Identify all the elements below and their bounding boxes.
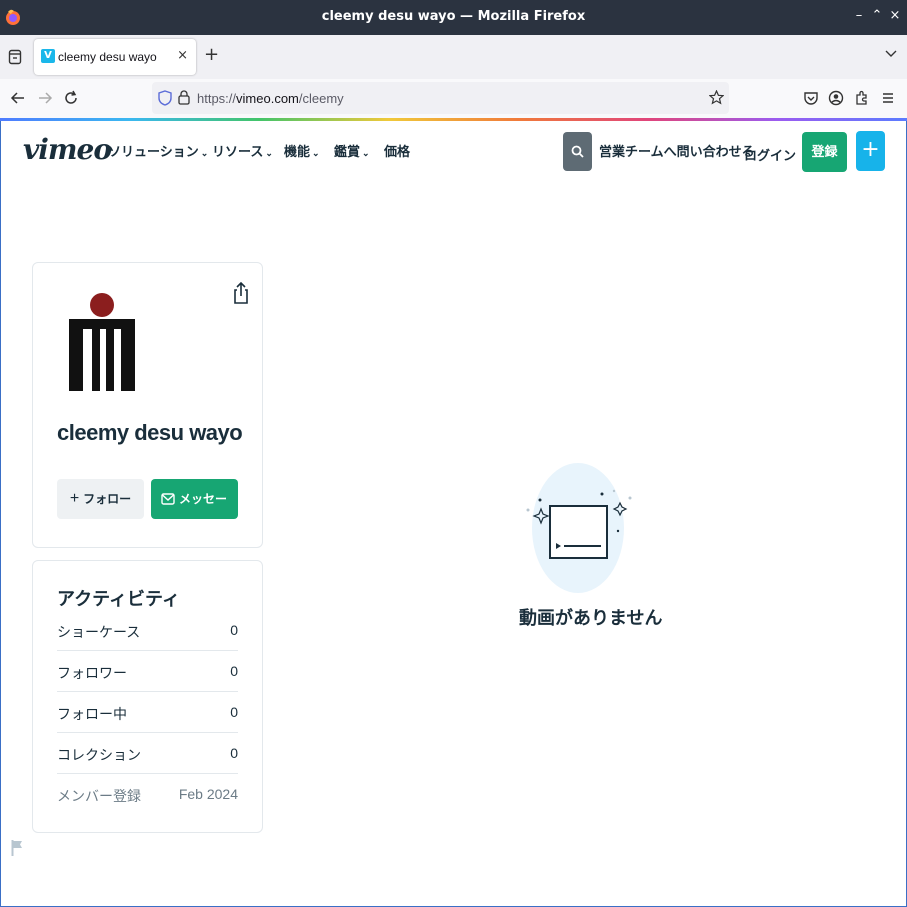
- lock-icon[interactable]: [178, 90, 190, 105]
- nav-menu-features[interactable]: 機能 ⌄: [284, 141, 320, 160]
- close-window-button[interactable]: ×: [888, 8, 902, 23]
- bookmark-star-icon[interactable]: [709, 90, 724, 105]
- chevron-down-icon: ⌄: [312, 148, 320, 158]
- avatar[interactable]: [66, 287, 138, 393]
- vimeo-favicon-icon: V: [41, 49, 55, 63]
- window-title: cleemy desu wayo — Mozilla Firefox: [321, 9, 586, 24]
- profile-card: cleemy desu wayo + フォロー メッセージ: [32, 262, 263, 548]
- back-arrow-icon[interactable]: [10, 90, 26, 106]
- message-button[interactable]: メッセージ: [151, 479, 238, 546]
- empty-state-text: 動画がありません: [519, 608, 663, 628]
- nav-menu-solutions[interactable]: ソリューション ⌄: [108, 141, 208, 160]
- stat-row-member-since: メンバー登録 Feb 2024: [57, 786, 238, 804]
- tab-close-button[interactable]: ×: [177, 48, 188, 63]
- window-titlebar: cleemy desu wayo — Mozilla Firefox – ⌃ ×: [0, 0, 907, 35]
- chevron-down-icon: ⌄: [200, 148, 209, 158]
- profile-name: cleemy desu wayo: [57, 420, 243, 445]
- url-text[interactable]: https://vimeo.com/cleemy: [197, 91, 344, 106]
- chevron-down-icon: ⌄: [265, 148, 273, 158]
- account-icon[interactable]: [828, 90, 844, 106]
- contact-sales-link[interactable]: 営業チームへ問い合わせる: [599, 141, 755, 160]
- extensions-icon[interactable]: [854, 90, 870, 106]
- nav-toolbar: https://vimeo.com/cleemy: [0, 79, 907, 119]
- tab-vimeo[interactable]: V cleemy desu wayo ×: [34, 39, 196, 75]
- nav-menu-resources[interactable]: リソース ⌄: [212, 141, 273, 160]
- vimeo-logo[interactable]: vimeo: [23, 133, 112, 166]
- chevron-down-icon[interactable]: [885, 47, 897, 59]
- signup-button[interactable]: 登録: [802, 132, 847, 172]
- nav-menu-watch[interactable]: 鑑賞 ⌄: [334, 141, 370, 160]
- plus-icon: +: [69, 490, 80, 507]
- stat-row-following[interactable]: フォロー中 0: [57, 692, 238, 733]
- tracking-shield-icon[interactable]: [158, 90, 172, 106]
- reload-icon[interactable]: [63, 90, 79, 106]
- tab-strip: V cleemy desu wayo × +: [0, 35, 907, 79]
- search-icon: [571, 145, 584, 158]
- pocket-icon[interactable]: [803, 90, 819, 106]
- tab-list-icon[interactable]: [8, 49, 22, 65]
- activity-title: アクティビティ: [57, 589, 180, 609]
- url-bar[interactable]: https://vimeo.com/cleemy: [152, 82, 729, 114]
- web-page: vimeo ソリューション ⌄ リソース ⌄ 機能 ⌄ 鑑賞 ⌄ 価格 営業チームへ問い…: [0, 121, 907, 907]
- nav-menu-pricing[interactable]: 価格: [384, 141, 410, 160]
- new-tab-button[interactable]: +: [204, 44, 219, 65]
- empty-video-illustration-icon: [526, 463, 632, 593]
- stat-row-followers[interactable]: フォロワー 0: [57, 651, 238, 692]
- login-link[interactable]: ログイン: [744, 145, 796, 164]
- stat-row-collections[interactable]: コレクション 0: [57, 733, 238, 774]
- mail-icon: [161, 493, 175, 505]
- forward-arrow-icon[interactable]: [37, 90, 53, 106]
- search-button[interactable]: [563, 132, 592, 171]
- stat-row-showcases[interactable]: ショーケース 0: [57, 610, 238, 651]
- share-icon[interactable]: [232, 281, 250, 305]
- chevron-down-icon: ⌄: [362, 148, 370, 158]
- follow-button[interactable]: + フォロー: [57, 479, 144, 519]
- activity-card: アクティビティ ショーケース 0 フォロワー 0 フォロー中 0 コレクション 0 メン…: [32, 560, 263, 833]
- maximize-button[interactable]: ⌃: [870, 8, 884, 23]
- new-video-button[interactable]: +: [856, 131, 885, 171]
- hamburger-menu-icon[interactable]: [880, 90, 896, 106]
- flag-icon[interactable]: [11, 839, 23, 857]
- tab-title: cleemy desu wayo: [58, 50, 157, 64]
- minimize-button[interactable]: –: [852, 8, 866, 23]
